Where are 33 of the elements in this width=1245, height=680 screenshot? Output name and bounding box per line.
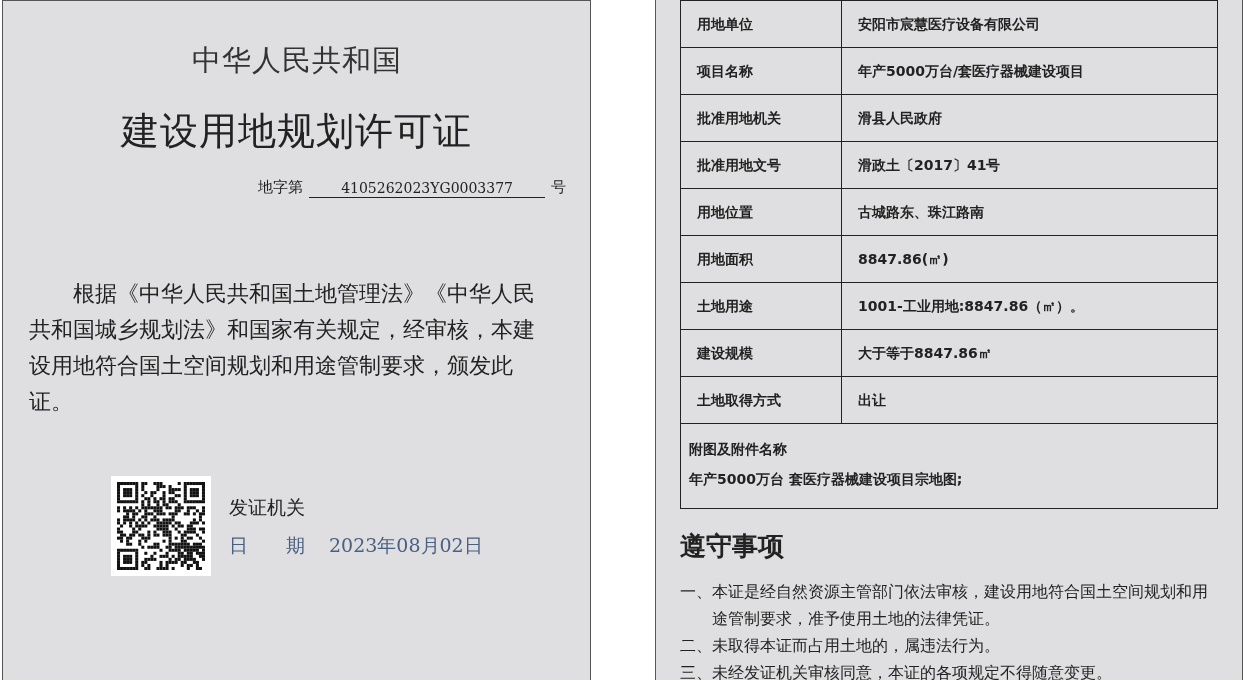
issuer-label: 发证机关 (229, 494, 306, 520)
attachments-value: 年产5000万台 套医疗器械建设项目宗地图; (689, 470, 964, 489)
field-label: 用地位置 (680, 188, 842, 236)
field-label: 用地面积 (680, 235, 842, 283)
field-value: 出让 (841, 376, 1218, 424)
certificate-number: 4105262023YG0003377 (309, 179, 545, 198)
field-value: 滑县人民政府 (841, 94, 1218, 142)
field-label: 批准用地机关 (680, 94, 842, 142)
number-suffix: 号 (551, 176, 566, 198)
field-value: 安阳市宸慧医疗设备有限公司 (841, 0, 1218, 48)
field-label: 项目名称 (680, 47, 842, 95)
field-label: 用地单位 (680, 0, 842, 48)
date-label: 日 期 (229, 533, 305, 558)
note-item: 三、未经发证机关审核同意，本证的各项规定不得随意变更。 (680, 662, 1113, 680)
field-value: 8847.86(㎡) (841, 235, 1218, 283)
number-prefix: 地字第 (258, 176, 304, 198)
issue-date: 2023年08月02日 (329, 533, 483, 558)
field-value: 大于等于8847.86㎡ (841, 329, 1218, 377)
field-value: 1001-工业用地:8847.86（㎡）。 (841, 282, 1218, 330)
statement-paragraph: 根据《中华人民共和国土地管理法》《中华人民共和国城乡规划法》和国家有关规定，经审核，本建设用地符合国土空间规划和用途管制要求，颁发此证。 (28, 280, 536, 416)
field-value: 年产5000万台/套医疗器械建设项目 (841, 47, 1218, 95)
field-value: 古城路东、珠江路南 (841, 188, 1218, 236)
notes-heading: 遵守事项 (680, 530, 785, 563)
field-label: 土地用途 (680, 282, 842, 330)
field-value: 滑政土〔2017〕41号 (841, 141, 1218, 189)
field-label: 建设规模 (680, 329, 842, 377)
field-label: 土地取得方式 (680, 376, 842, 424)
note-item: 二、未取得本证而占用土地的，属违法行为。 (680, 635, 1001, 657)
country-name: 中华人民共和国 (190, 42, 403, 79)
certificate-title: 建设用地规划许可证 (119, 107, 473, 155)
note-item: 一、本证是经自然资源主管部门依法审核，建设用地符合国土空间规划和用途管制要求，准予使用土地的法律凭证。 (680, 581, 1209, 630)
attachments-label: 附图及附件名称 (689, 440, 788, 459)
field-label: 批准用地文号 (680, 141, 842, 189)
